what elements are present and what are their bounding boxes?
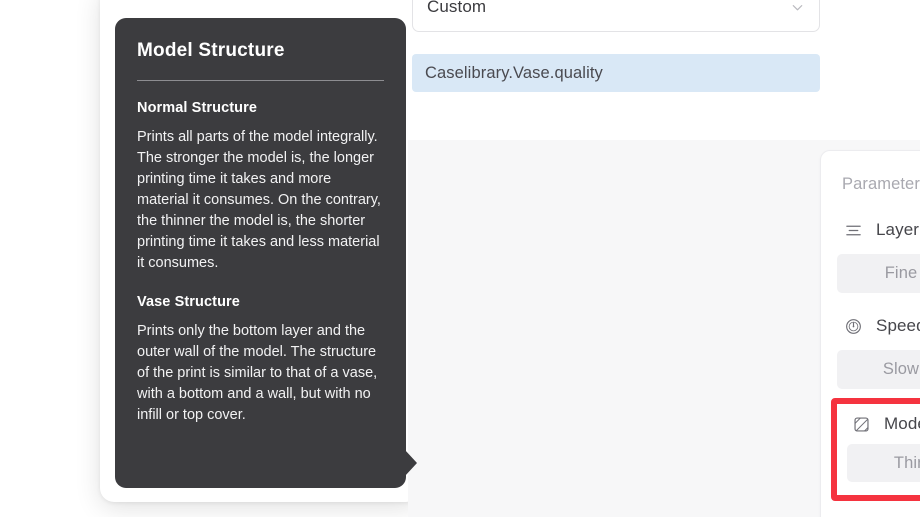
preset-list-item-caselibrary-vase-quality[interactable]: Caselibrary.Vase.quality <box>412 54 820 92</box>
tooltip-section-body-normal: Prints all parts of the model integrally… <box>137 129 381 271</box>
segmented-control-model-structure[interactable]: Thin Medium Strong <box>847 444 920 482</box>
segment-slow[interactable]: Slow <box>840 353 920 386</box>
setting-name-speed: Speed <box>876 316 920 335</box>
settings-panel: Custom Caselibrary.Vase.quality Paramete… <box>408 0 920 517</box>
segmented-control-layer-height[interactable]: Fine Medium Rough <box>837 254 920 293</box>
setting-row-model-structure[interactable]: Model Structure Normal <box>847 404 920 444</box>
layer-height-icon <box>842 219 864 241</box>
segmented-control-speed[interactable]: Slow Medium Fast <box>837 350 920 389</box>
parameter-display-row[interactable]: Parameter Display: Recommended <box>837 169 920 199</box>
model-structure-tooltip: Model Structure Normal Structure Prints … <box>115 18 406 488</box>
speed-gauge-icon <box>842 315 864 337</box>
segment-fine[interactable]: Fine <box>840 257 920 290</box>
tooltip-divider <box>137 80 384 81</box>
preset-select[interactable]: Custom <box>412 0 820 32</box>
setting-name-layer-height: Layer Height <box>876 220 920 239</box>
tooltip-section-heading-normal: Normal Structure <box>137 100 258 116</box>
preset-list-item-label: Caselibrary.Vase.quality <box>425 63 603 82</box>
preset-select-value: Custom <box>427 0 487 16</box>
tooltip-section-heading-vase: Vase Structure <box>137 294 240 310</box>
model-structure-highlight-group: Model Structure Normal Thin Medium Stron… <box>831 398 920 501</box>
tooltip-pointer-arrow <box>405 450 417 476</box>
app-screenshot: Custom Caselibrary.Vase.quality Paramete… <box>0 0 920 517</box>
hatched-square-icon <box>850 413 872 435</box>
setting-row-speed: Speed 50 mm/s <box>837 309 920 343</box>
setting-row-layer-height: Layer Height 0.16 mm <box>837 213 920 247</box>
parameter-display-label: Parameter Display: <box>842 174 920 193</box>
tooltip-title: Model Structure <box>137 40 285 61</box>
segment-thin[interactable]: Thin <box>850 447 920 479</box>
setting-name-model-structure: Model Structure <box>884 414 920 433</box>
chevron-down-icon <box>790 0 805 15</box>
tooltip-section-body-vase: Prints only the bottom layer and the out… <box>137 323 378 423</box>
